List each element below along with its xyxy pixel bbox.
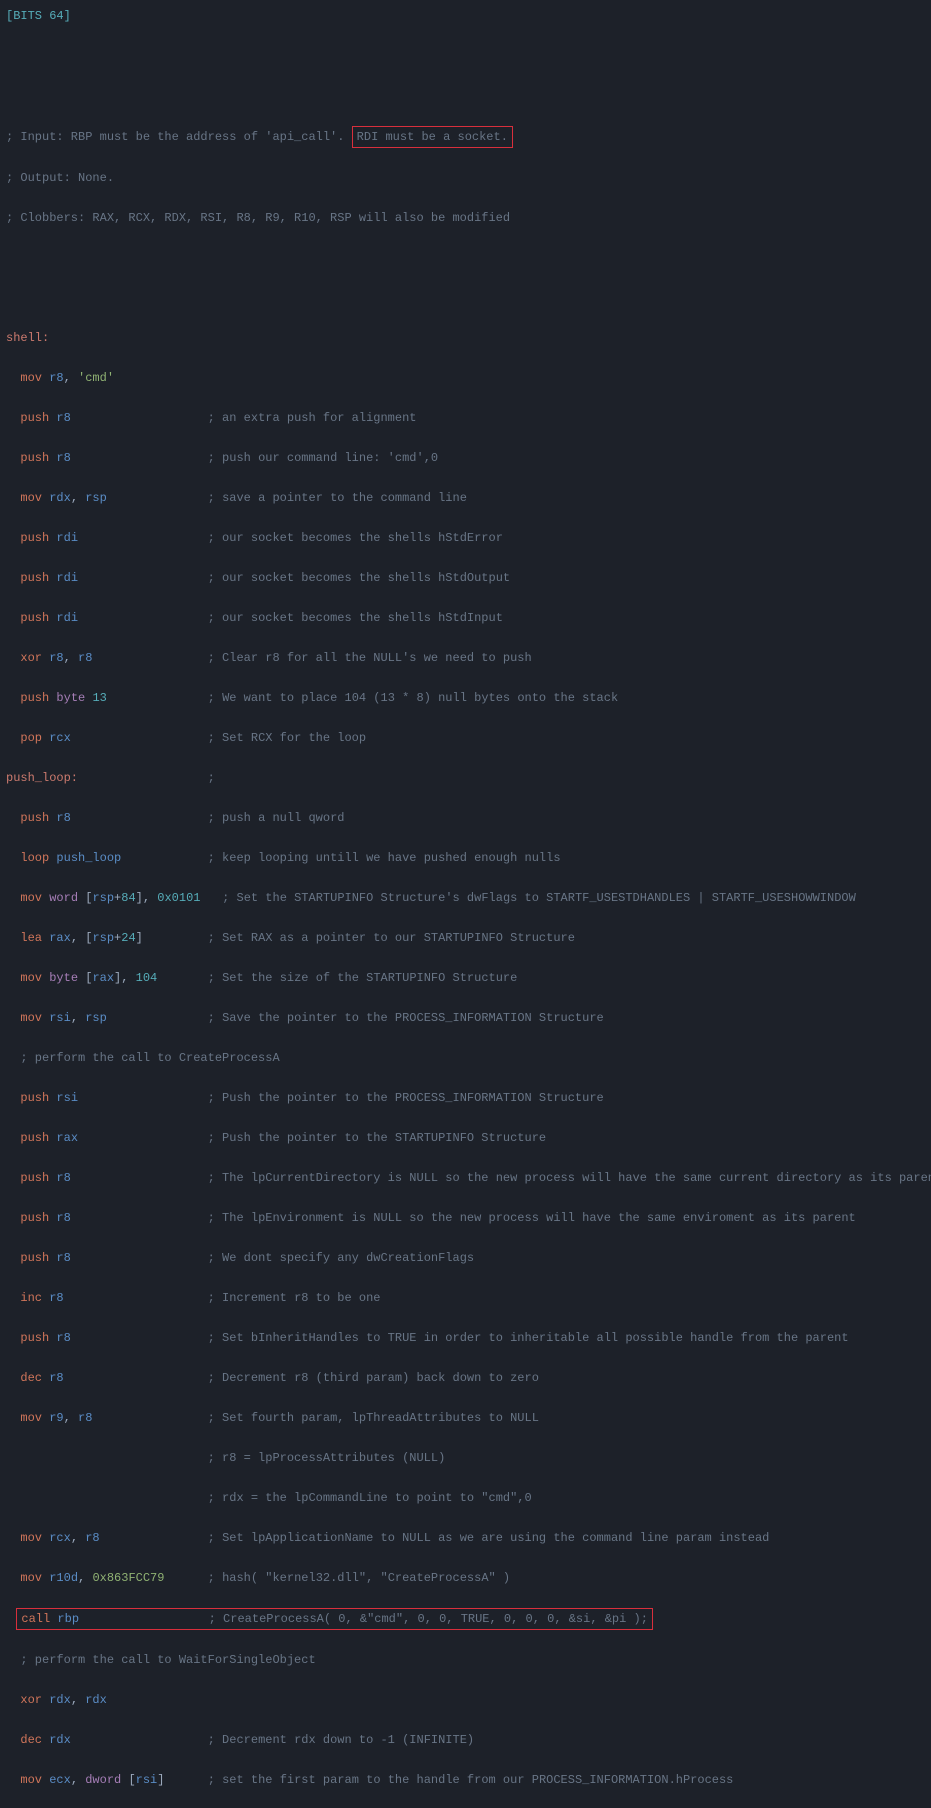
comment-input: ; Input: RBP must be the address of 'api… (6, 126, 925, 148)
assembly-code-block: [BITS 64] ; Input: RBP must be the addre… (6, 6, 925, 1808)
label-push-loop: push_loop: ; (6, 768, 925, 788)
highlight-createprocessa-call: call rbp ; CreateProcessA( 0, &"cmd", 0,… (16, 1608, 653, 1630)
comment-output: ; Output: None. (6, 168, 925, 188)
label-shell: shell: (6, 328, 925, 348)
highlight-rdi-socket: RDI must be a socket. (352, 126, 513, 148)
comment-clobbers: ; Clobbers: RAX, RCX, RDX, RSI, R8, R9, … (6, 208, 925, 228)
directive-bits: [BITS 64] (6, 6, 925, 26)
